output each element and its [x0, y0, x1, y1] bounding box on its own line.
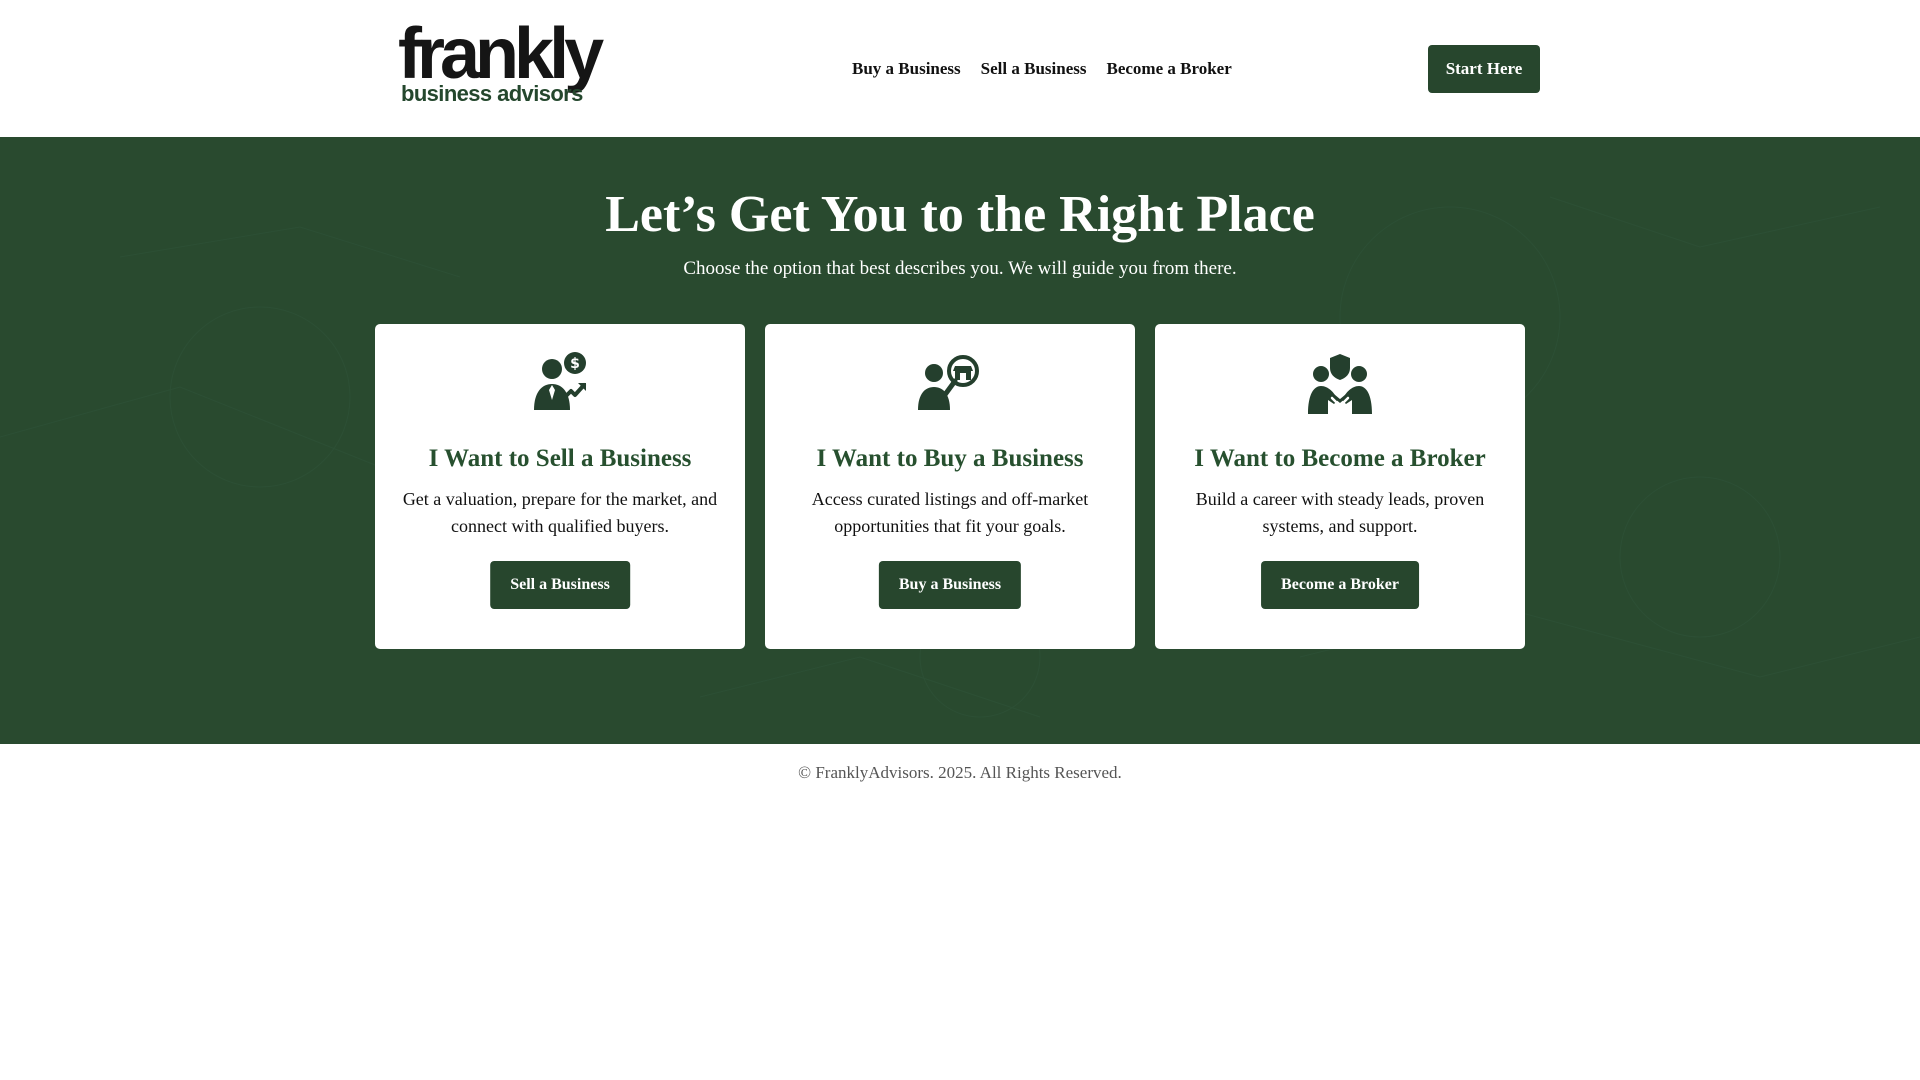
sell-card-title: I Want to Sell a Business — [428, 445, 692, 472]
nav-sell-a-business[interactable]: Sell a Business — [981, 57, 1087, 81]
site-footer: © FranklyAdvisors. 2025. All Rights Rese… — [0, 760, 1920, 786]
buy-card-description: Access curated listings and off-market o… — [811, 489, 1089, 536]
buy-a-business-button[interactable]: Buy a Business — [878, 561, 1022, 609]
buy-card-title: I Want to Buy a Business — [816, 445, 1084, 472]
hero-section: Let’s Get You to the Right Place Choose … — [0, 137, 1920, 744]
frankly-logo[interactable]: frankly business advisors — [398, 18, 630, 110]
copyright-text: © FranklyAdvisors. 2025. All Rights Rese… — [798, 763, 1122, 782]
broker-option-card: I Want to Become a Broker Build a career… — [1155, 324, 1525, 649]
broker-card-title: I Want to Become a Broker — [1194, 445, 1486, 472]
hero-subtitle: Choose the option that best describes yo… — [683, 258, 1237, 279]
svg-text:$: $ — [570, 356, 580, 372]
sell-card-description: Get a valuation, prepare for the market,… — [402, 489, 718, 536]
nav-become-a-broker[interactable]: Become a Broker — [1106, 57, 1231, 81]
hero-title: Let’s Get You to the Right Place — [605, 186, 1315, 243]
nav-buy-a-business[interactable]: Buy a Business — [852, 57, 961, 81]
main-nav: Buy a Business Sell a Business Become a … — [852, 57, 1232, 81]
sell-option-card: $ I Want to Sell a Business Get a valuat… — [375, 324, 745, 649]
start-here-button[interactable]: Start Here — [1428, 45, 1540, 93]
broker-card-description: Build a career with steady leads, proven… — [1195, 489, 1485, 536]
sell-a-business-button[interactable]: Sell a Business — [490, 561, 630, 609]
buy-option-card: I Want to Buy a Business Access curated … — [765, 324, 1135, 649]
logo-tagline: business advisors — [401, 81, 583, 106]
seller-dollar-growth-icon: $ — [534, 352, 586, 410]
site-header: frankly business advisors Buy a Business… — [0, 0, 1920, 137]
buyer-search-store-icon — [918, 355, 979, 410]
become-a-broker-button[interactable]: Become a Broker — [1261, 561, 1419, 609]
broker-handshake-icon — [1308, 354, 1372, 414]
logo-wordmark: frankly — [398, 14, 604, 94]
